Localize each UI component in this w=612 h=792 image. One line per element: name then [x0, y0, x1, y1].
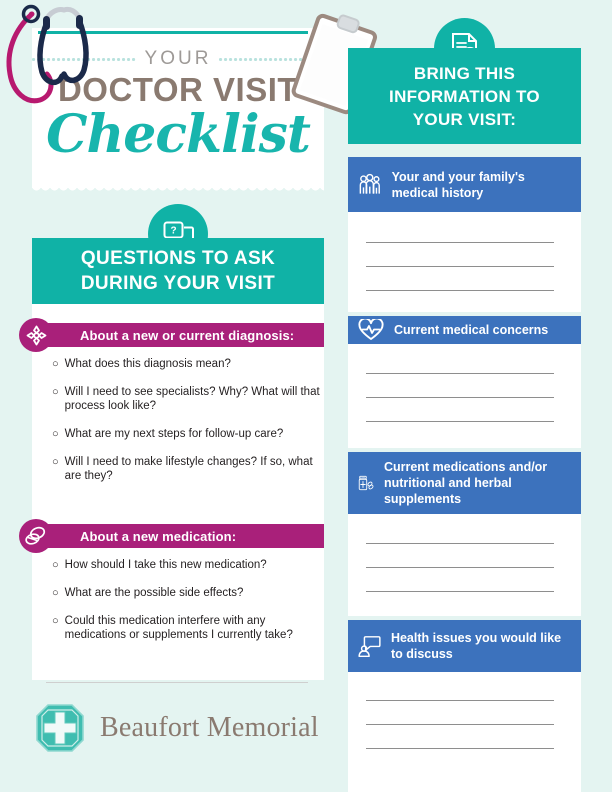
write-lines-concerns — [366, 373, 554, 445]
question-item: ○ Will I need to see specialists? Why? W… — [52, 385, 324, 413]
right-column: BRING THIS INFORMATION TO YOUR VISIT: Yo… — [348, 0, 581, 792]
section-bar-diagnosis: About a new or current diagnosis: — [48, 323, 324, 347]
question-text: How should I take this new medication? — [64, 559, 267, 571]
write-line[interactable] — [366, 373, 554, 374]
questions-header-line2: DURING YOUR VISIT — [80, 273, 276, 294]
write-line[interactable] — [366, 567, 554, 568]
question-item: ○ What are the possible side effects? — [52, 586, 324, 600]
question-item: ○ How should I take this new medication? — [52, 558, 324, 572]
title-kicker: YOUR — [144, 48, 212, 69]
footer-divider — [46, 682, 308, 683]
question-list-diagnosis: ○ What does this diagnosis mean? ○ Will … — [52, 357, 324, 497]
medical-cross-octagon-icon — [36, 704, 84, 752]
section-label-history: Your and your family's medical history — [391, 169, 525, 200]
svg-text:?: ? — [170, 225, 176, 236]
write-line[interactable] — [366, 700, 554, 701]
question-text: What are my next steps for follow-up car… — [64, 428, 284, 440]
pill-bottle-icon — [358, 475, 374, 491]
write-lines-medications — [366, 543, 554, 615]
person-speech-bubble-icon — [358, 636, 381, 658]
star-of-life-icon — [26, 325, 46, 345]
section-bar-medication: About a new medication: — [48, 524, 324, 548]
bring-header-line1: BRING THIS — [413, 63, 516, 83]
bullet-icon: ○ — [52, 386, 59, 398]
questions-header-line1: QUESTIONS TO ASK — [80, 248, 276, 269]
question-text: What are the possible side effects? — [64, 587, 244, 599]
write-line[interactable] — [366, 748, 554, 749]
star-of-life-badge — [19, 318, 53, 352]
section-bar-medications: Current medications and/or nutritional a… — [348, 452, 581, 514]
question-text: Will I need to make lifestyle changes? I… — [64, 456, 313, 482]
heart-pulse-icon — [358, 319, 384, 340]
brand-logo: Beaufort Memorial — [34, 702, 319, 754]
section-label-medications: Current medications and/or nutritional a… — [383, 460, 548, 506]
question-item: ○ What does this diagnosis mean? — [52, 357, 324, 371]
section-label-concerns: Current medical concerns — [394, 323, 549, 337]
bullet-icon: ○ — [52, 428, 59, 440]
bring-header-bar: BRING THIS INFORMATION TO YOUR VISIT: — [348, 48, 581, 144]
questions-header-bar: QUESTIONS TO ASK DURING YOUR VISIT — [32, 238, 324, 304]
pills-badge — [19, 519, 53, 553]
section-bar-concerns: Current medical concerns — [348, 316, 581, 344]
bring-header-line2: INFORMATION TO — [389, 86, 540, 106]
infographic-page: YOUR DOCTOR VISIT Checklist ? QUESTIONS … — [0, 0, 612, 792]
bullet-icon: ○ — [52, 559, 59, 571]
bullet-icon: ○ — [52, 587, 59, 599]
write-lines-issues — [366, 700, 554, 772]
question-text: Could this medication interfere with any… — [64, 615, 293, 641]
brand-name: Beaufort Memorial — [100, 712, 319, 743]
write-line[interactable] — [366, 266, 554, 267]
write-line[interactable] — [366, 242, 554, 243]
questions-header-text: QUESTIONS TO ASK DURING YOUR VISIT — [81, 246, 275, 296]
pills-icon — [25, 526, 46, 545]
question-text: Will I need to see specialists? Why? Wha… — [64, 386, 320, 412]
question-item: ○ What are my next steps for follow-up c… — [52, 427, 324, 441]
bring-header-text: BRING THIS INFORMATION TO YOUR VISIT: — [389, 62, 540, 131]
bring-header-line3: YOUR VISIT: — [412, 109, 517, 129]
question-item: ○ Will I need to make lifestyle changes?… — [52, 455, 324, 483]
title-card-scallop-edge — [32, 186, 324, 195]
write-line[interactable] — [366, 724, 554, 725]
section-bar-history: Your and your family's medical history — [348, 157, 581, 212]
question-list-medication: ○ How should I take this new medication?… — [52, 558, 324, 656]
question-text: What does this diagnosis mean? — [64, 358, 231, 370]
stethoscope-icon — [6, 4, 89, 104]
section-label-medication: About a new medication: — [80, 528, 237, 544]
write-line[interactable] — [366, 591, 554, 592]
family-group-icon — [359, 173, 380, 194]
question-item: ○ Could this medication interfere with a… — [52, 614, 324, 642]
bullet-icon: ○ — [52, 358, 59, 370]
write-line[interactable] — [366, 421, 554, 422]
write-line[interactable] — [366, 290, 554, 291]
left-column: YOUR DOCTOR VISIT Checklist ? QUESTIONS … — [0, 0, 378, 792]
bullet-icon: ○ — [52, 615, 59, 627]
bullet-icon: ○ — [52, 456, 59, 468]
section-label-issues: Health issues you would like to discuss — [390, 631, 562, 661]
write-line[interactable] — [366, 543, 554, 544]
write-lines-history — [366, 242, 554, 314]
write-line[interactable] — [366, 397, 554, 398]
section-label-diagnosis: About a new or current diagnosis: — [80, 327, 295, 343]
section-bar-issues: Health issues you would like to discuss — [348, 620, 581, 672]
